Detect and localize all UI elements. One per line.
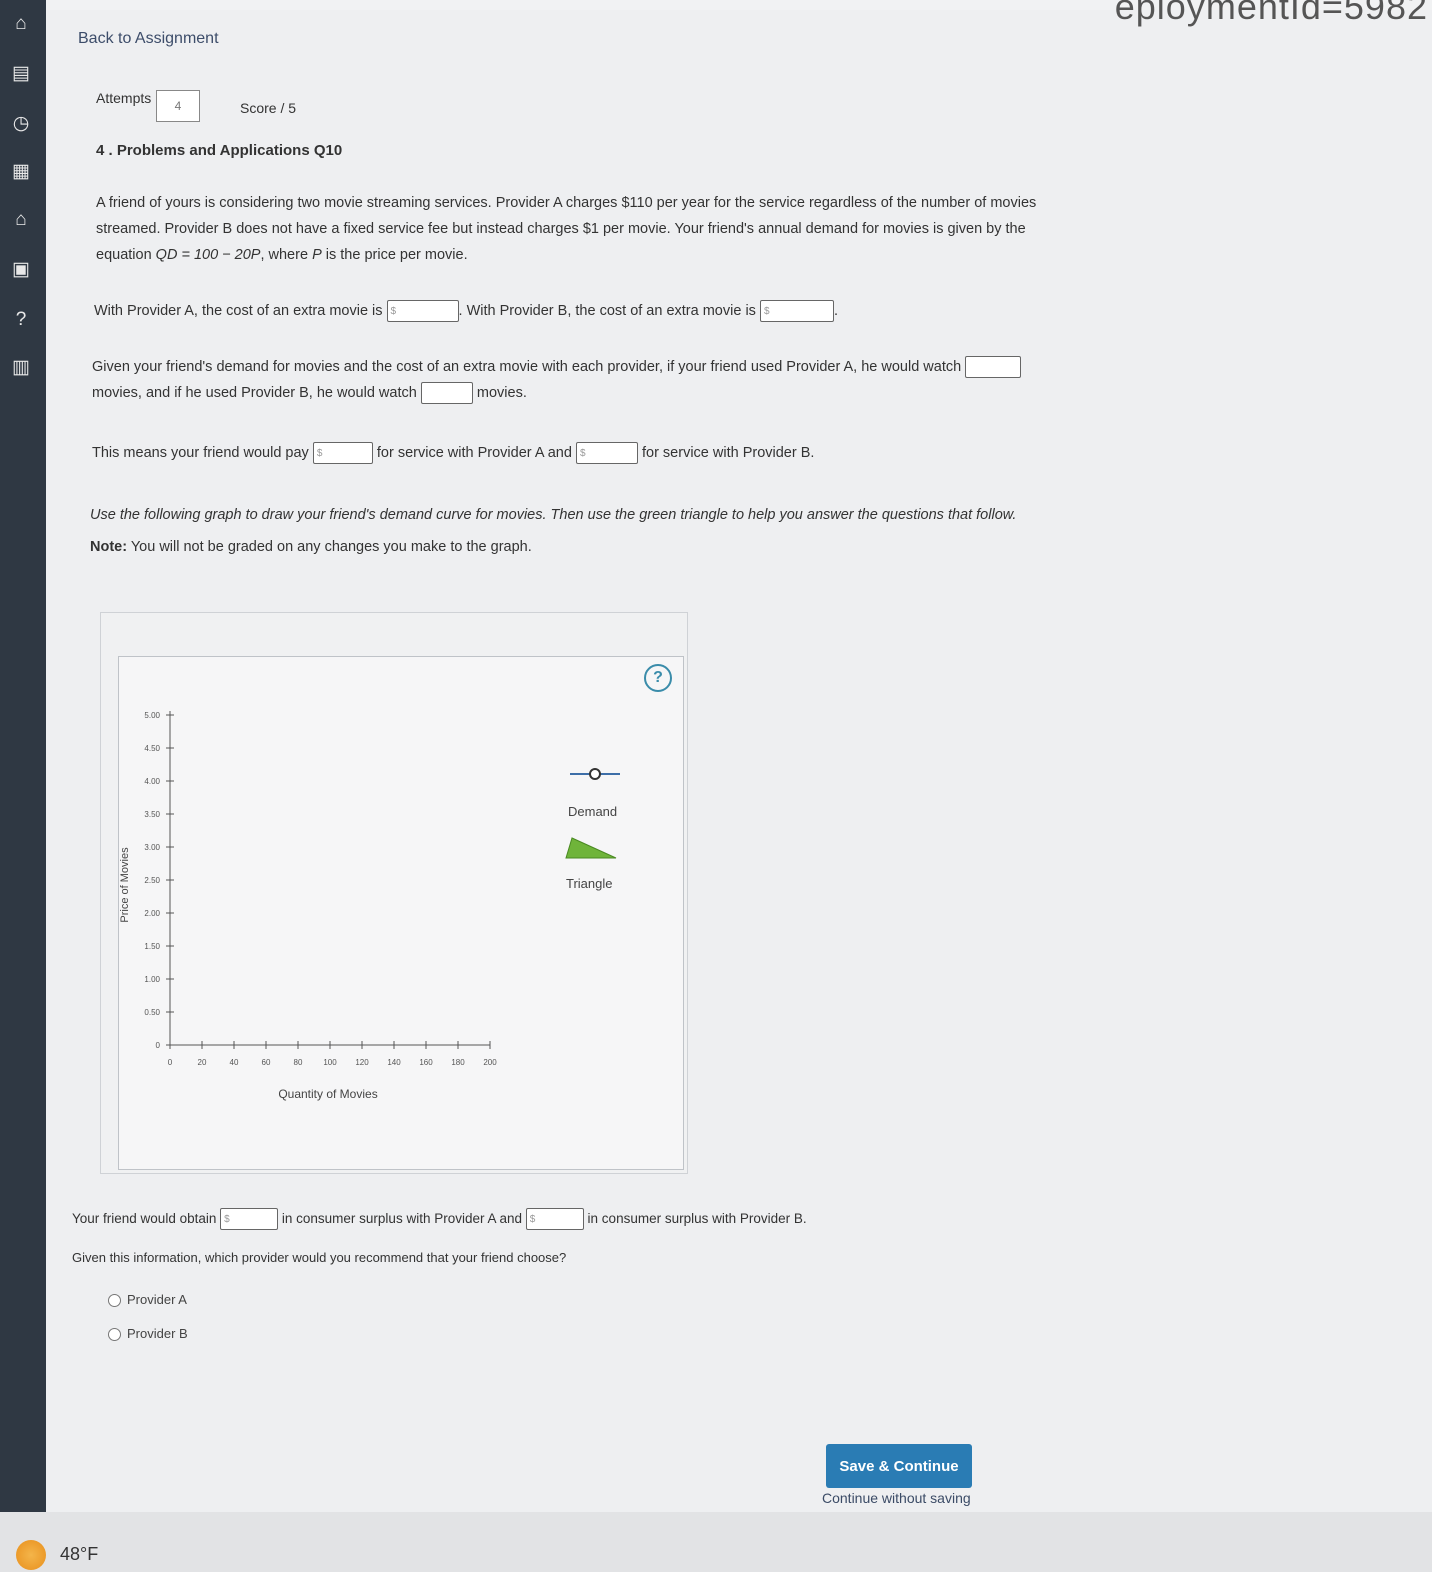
intro-text-3: is the price per movie.: [321, 247, 468, 263]
q1-text-b: . With Provider B, the cost of an extra …: [458, 303, 756, 319]
home-icon[interactable]: ⌂: [9, 12, 33, 36]
weather-sun-icon[interactable]: [16, 1540, 46, 1570]
movies-watched-question: Given your friend's demand for movies an…: [92, 354, 1062, 406]
save-continue-button[interactable]: Save & Continue: [826, 1444, 972, 1488]
q3-text-b: for service with Provider A and: [376, 445, 572, 461]
q3-text-a: This means your friend would pay: [92, 445, 309, 461]
y-tick-label: 1.00: [144, 975, 160, 984]
question-intro: A friend of yours is considering two mov…: [96, 190, 1076, 268]
taskbar: [0, 1512, 1432, 1572]
y-tick-label: 2.00: [144, 909, 160, 918]
graph-note: Note: You will not be graded on any chan…: [90, 534, 790, 560]
y-tick-label: 1.50: [144, 942, 160, 951]
provider-b-movies-input[interactable]: [420, 382, 473, 405]
provider-b-extra-cost-input[interactable]: $: [759, 300, 834, 323]
calendar-icon[interactable]: ▣: [9, 258, 33, 282]
intro-text-2: , where: [260, 247, 313, 263]
attempts-value: 4: [156, 90, 200, 122]
y-tick-label: 3.50: [144, 810, 160, 819]
help-icon[interactable]: ?: [9, 308, 33, 332]
price-symbol: P: [312, 247, 322, 263]
provider-a-extra-cost-input[interactable]: $: [386, 300, 459, 323]
provider-a-payment-input[interactable]: $: [312, 442, 373, 465]
note-text: You will not be graded on any changes yo…: [127, 539, 532, 555]
provider-b-payment-input[interactable]: $: [575, 442, 638, 465]
radio-circle[interactable]: [108, 1294, 121, 1308]
y-tick-label: 0: [156, 1041, 161, 1050]
temperature: 48°F: [60, 1544, 99, 1564]
cs-text-b: in consumer surplus with Provider A and: [281, 1211, 523, 1226]
radio-label: Provider B: [127, 1326, 188, 1341]
book-icon[interactable]: ▤: [9, 62, 33, 86]
y-tick-label: 2.50: [144, 876, 160, 885]
x-tick-label: 80: [294, 1058, 303, 1067]
radio-label: Provider A: [127, 1292, 187, 1307]
graph-instruction: Use the following graph to draw your fri…: [90, 507, 1017, 523]
x-tick-label: 100: [323, 1058, 337, 1067]
back-to-assignment-link[interactable]: Back to Assignment: [78, 30, 219, 48]
cs-text-c: in consumer surplus with Provider B.: [587, 1211, 807, 1226]
provider-a-movies-input[interactable]: [965, 356, 1022, 379]
x-tick-label: 120: [355, 1058, 369, 1067]
q2-text-a: Given your friend's demand for movies an…: [92, 359, 962, 375]
radio-circle[interactable]: [108, 1328, 121, 1342]
score-label: Score / 5: [240, 100, 297, 116]
y-tick-label: 4.50: [144, 744, 160, 753]
notebook-icon[interactable]: ▦: [9, 160, 33, 184]
demand-tool-label: Demand: [568, 804, 618, 819]
provider-b-radio[interactable]: Provider B: [108, 1326, 188, 1342]
cs-text-a: Your friend would obtain: [72, 1211, 217, 1226]
x-tick-label: 180: [451, 1058, 465, 1067]
graph-axes: 0 20 40 60 80 100 120 140 160 180 200 0 0.50 1.00 1.50…: [144, 711, 497, 1067]
y-tick-label: 0.50: [144, 1008, 160, 1017]
continue-without-saving-link[interactable]: Continue without saving: [822, 1490, 971, 1506]
q1-text-c: .: [833, 303, 838, 319]
x-tick-label: 20: [198, 1058, 207, 1067]
graduation-cap-icon[interactable]: ⌂: [9, 208, 33, 232]
x-tick-label: 200: [483, 1058, 497, 1067]
triangle-tool-icon[interactable]: [562, 832, 622, 866]
demand-equation: QD = 100 − 20P: [155, 247, 261, 263]
x-axis-label: Quantity of Movies: [278, 1087, 377, 1101]
payment-question: This means your friend would pay $ for s…: [92, 440, 992, 466]
question-title: 4 . Problems and Applications Q10: [96, 142, 343, 159]
clock-icon[interactable]: ◷: [9, 112, 33, 136]
x-tick-label: 60: [262, 1058, 271, 1067]
q1-text-a: With Provider A, the cost of an extra mo…: [94, 303, 383, 319]
demand-graph[interactable]: 0 20 40 60 80 100 120 140 160 180 200 0 0.50 1.00 1.50…: [110, 700, 510, 1110]
y-tick-label: 5.00: [144, 711, 160, 720]
q3-text-c: for service with Provider B.: [641, 445, 815, 461]
x-tick-label: 160: [419, 1058, 433, 1067]
q2-text-b: movies, and if he used Provider B, he wo…: [92, 385, 417, 401]
recommendation-question: Given this information, which provider w…: [72, 1250, 567, 1265]
provider-b-surplus-input[interactable]: $: [525, 1208, 584, 1231]
y-tick-label: 3.00: [144, 843, 160, 852]
triangle-tool-label: Triangle: [566, 876, 613, 891]
marginal-cost-question: With Provider A, the cost of an extra mo…: [94, 298, 1074, 324]
demand-tool-icon[interactable]: [568, 764, 624, 784]
note-label: Note:: [90, 539, 128, 555]
y-tick-label: 4.00: [144, 777, 160, 786]
attempts-label: Attempts: [96, 90, 152, 106]
x-tick-label: 140: [387, 1058, 401, 1067]
x-tick-label: 0: [168, 1058, 173, 1067]
provider-a-surplus-input[interactable]: $: [220, 1208, 279, 1231]
q2-text-c: movies.: [476, 385, 527, 401]
reader-icon[interactable]: ▥: [9, 356, 33, 380]
provider-a-radio[interactable]: Provider A: [108, 1292, 187, 1308]
graph-help-icon[interactable]: ?: [644, 664, 672, 692]
left-sidebar: ⌂ ▤ ◷ ▦ ⌂ ▣ ? ▥: [0, 0, 46, 1512]
x-tick-label: 40: [230, 1058, 239, 1067]
url-fragment: eploymentId=5982: [1114, 0, 1428, 27]
consumer-surplus-question: Your friend would obtain $ in consumer s…: [72, 1206, 852, 1232]
y-axis-label: Price of Movies: [119, 847, 131, 923]
